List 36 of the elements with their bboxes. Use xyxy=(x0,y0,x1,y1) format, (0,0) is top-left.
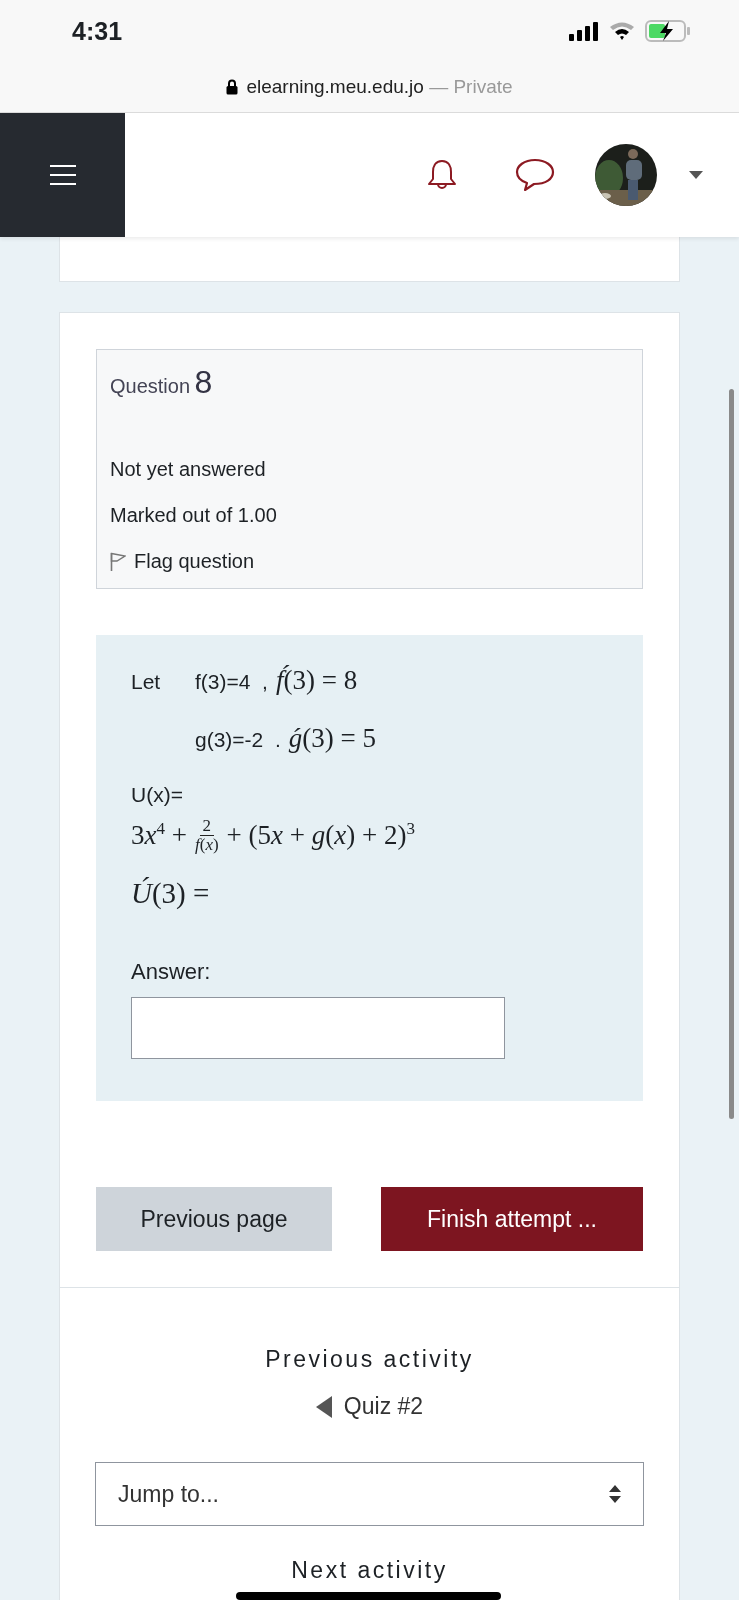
math-expression: 3x$^{4}$ + xyxy=(131,819,187,851)
flag-icon xyxy=(110,551,126,572)
given-value: f(3)=4 , xyxy=(195,670,268,694)
signal-icon xyxy=(569,21,599,41)
status-time: 4:31 xyxy=(72,16,123,46)
question-state: Not yet answered xyxy=(110,458,267,482)
scrollbar[interactable] xyxy=(729,389,734,1119)
math-expression: + (5x + g(x) + 2)$^{3}$ xyxy=(226,819,415,851)
question-marks: Marked out of 1.00 xyxy=(110,504,278,528)
fraction: 2 f(x) xyxy=(194,816,219,854)
math-expression: ǵ(3) = 5 xyxy=(288,723,376,754)
finish-attempt-button[interactable]: Finish attempt ... xyxy=(381,1187,643,1251)
question-number: Question 8 xyxy=(110,364,214,402)
function-label: U(x)= xyxy=(131,783,184,807)
battery-charging-icon xyxy=(645,19,691,43)
previous-page-button[interactable]: Previous page xyxy=(96,1187,332,1251)
math-expression: Ú(3) = xyxy=(131,877,210,909)
previous-activity-link[interactable]: Quiz #2 xyxy=(315,1393,424,1420)
next-activity-heading: Next activity xyxy=(291,1558,448,1584)
answer-field[interactable] xyxy=(131,997,505,1059)
jump-to-select[interactable]: Jump to... xyxy=(95,1462,644,1526)
previous-activity-heading: Previous activity xyxy=(265,1346,474,1373)
math-expression: f́(3) = 8 xyxy=(275,665,358,696)
let-text: Let xyxy=(131,670,162,694)
select-arrows-icon xyxy=(609,1485,621,1503)
flag-question-link[interactable]: Flag question xyxy=(110,550,629,573)
bell-icon[interactable] xyxy=(427,159,457,191)
given-value: g(3)=-2 . xyxy=(195,728,281,752)
dropdown-caret-icon[interactable] xyxy=(689,171,703,179)
address-text[interactable]: elearning.meu.edu.jo — Private xyxy=(246,76,513,98)
triangle-left-icon xyxy=(315,1395,332,1418)
lock-icon xyxy=(226,79,239,95)
answer-label: Answer: xyxy=(131,959,212,985)
chat-bubble-icon[interactable] xyxy=(515,158,555,192)
wifi-icon xyxy=(609,21,635,41)
menu-icon xyxy=(49,164,76,186)
